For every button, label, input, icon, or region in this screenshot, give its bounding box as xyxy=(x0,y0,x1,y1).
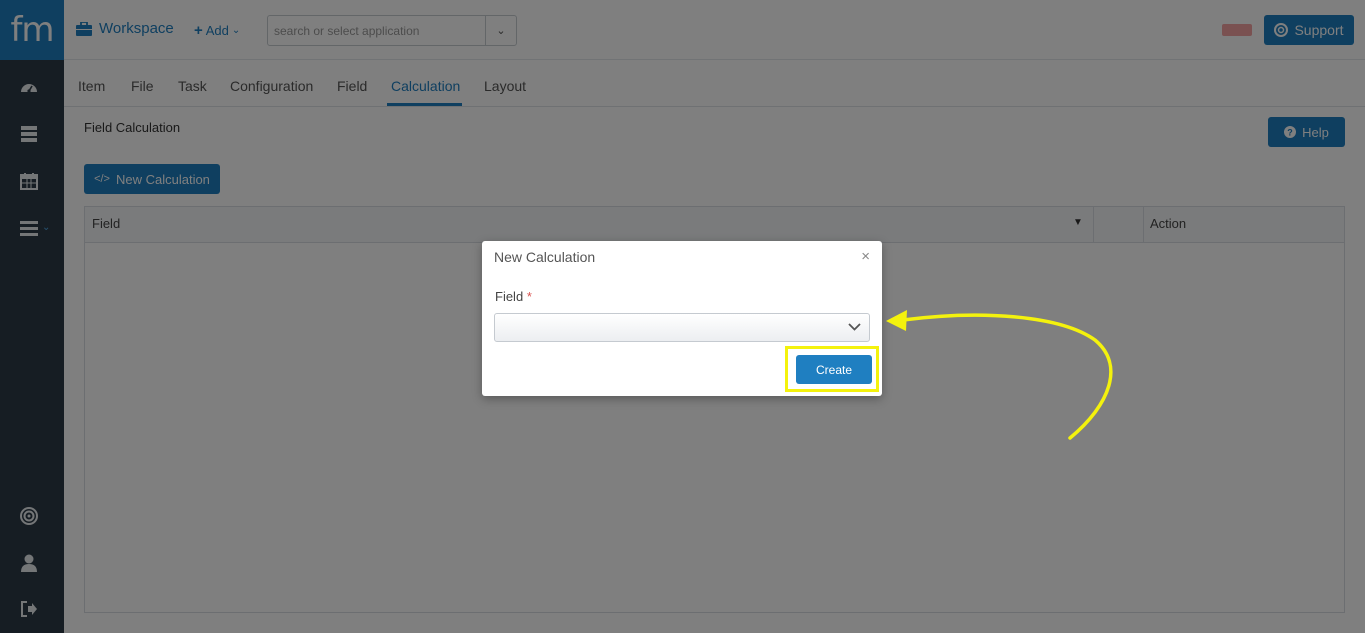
dialog-title: New Calculation xyxy=(494,249,596,265)
chevron-down-icon xyxy=(848,320,861,336)
field-select[interactable] xyxy=(494,313,870,342)
new-calculation-dialog: New Calculation × Field * Create xyxy=(482,241,882,396)
close-icon[interactable]: × xyxy=(861,248,870,265)
create-button[interactable]: Create xyxy=(796,355,872,384)
required-marker: * xyxy=(526,289,532,304)
field-label-text: Field xyxy=(495,289,524,304)
field-label: Field * xyxy=(495,289,532,304)
highlight-box: Create xyxy=(785,346,879,392)
